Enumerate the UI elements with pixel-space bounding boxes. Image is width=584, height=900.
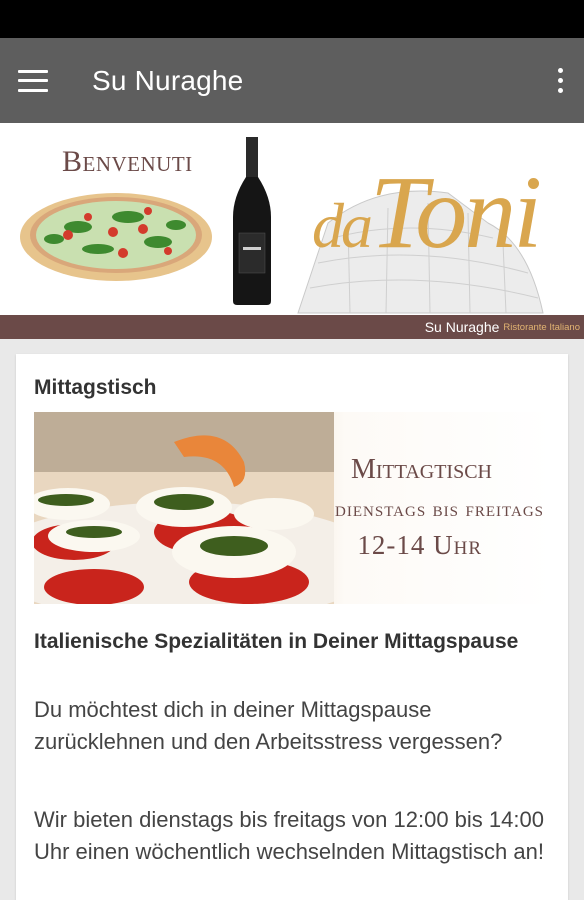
caprese-dish-image — [34, 412, 334, 604]
da-toni-logo: daToni — [312, 161, 542, 265]
card-title: Mittagstisch — [34, 376, 157, 399]
logo-toni: Toni — [370, 155, 542, 270]
lunch-image: Mittagtisch dienstags bis freitags 12-14… — [34, 412, 552, 604]
banner-footer: Su Nuraghe Ristorante Italiano — [0, 315, 584, 339]
welcome-text: Benvenuti — [62, 145, 193, 178]
restaurant-subtitle: Ristorante Italiano — [503, 321, 580, 333]
wine-bottle-image — [233, 137, 271, 305]
status-bar — [0, 0, 584, 38]
paragraph-1: Du möchtest dich in deiner Mittagspause … — [34, 697, 503, 754]
paragraph-2: Wir bieten dienstags bis freitags von 12… — [34, 807, 544, 864]
header-banner: Benvenuti daToni Su Nuraghe Ristorante I… — [0, 123, 584, 339]
section-heading: Italienische Spezialitäten in Deiner Mit… — [34, 630, 519, 653]
navigation-menu-button[interactable] — [0, 38, 86, 123]
overlay-line-3: 12-14 Uhr — [357, 530, 482, 560]
app-title: Su Nuraghe — [92, 64, 244, 96]
pizza-image — [20, 193, 212, 281]
hamburger-menu-icon — [18, 69, 48, 92]
app-bar: Su Nuraghe — [0, 38, 584, 123]
restaurant-name: Su Nuraghe — [424, 319, 500, 335]
more-vert-icon — [557, 68, 563, 73]
mittagstisch-card[interactable]: Mittagstisch Mittagtisch dienstags bis f… — [16, 354, 568, 900]
overlay-line-2: dienstags bis freitags — [335, 496, 544, 521]
more-options-button[interactable] — [536, 38, 584, 123]
logo-da: da — [312, 190, 373, 261]
overlay-line-1: Mittagtisch — [350, 454, 492, 485]
